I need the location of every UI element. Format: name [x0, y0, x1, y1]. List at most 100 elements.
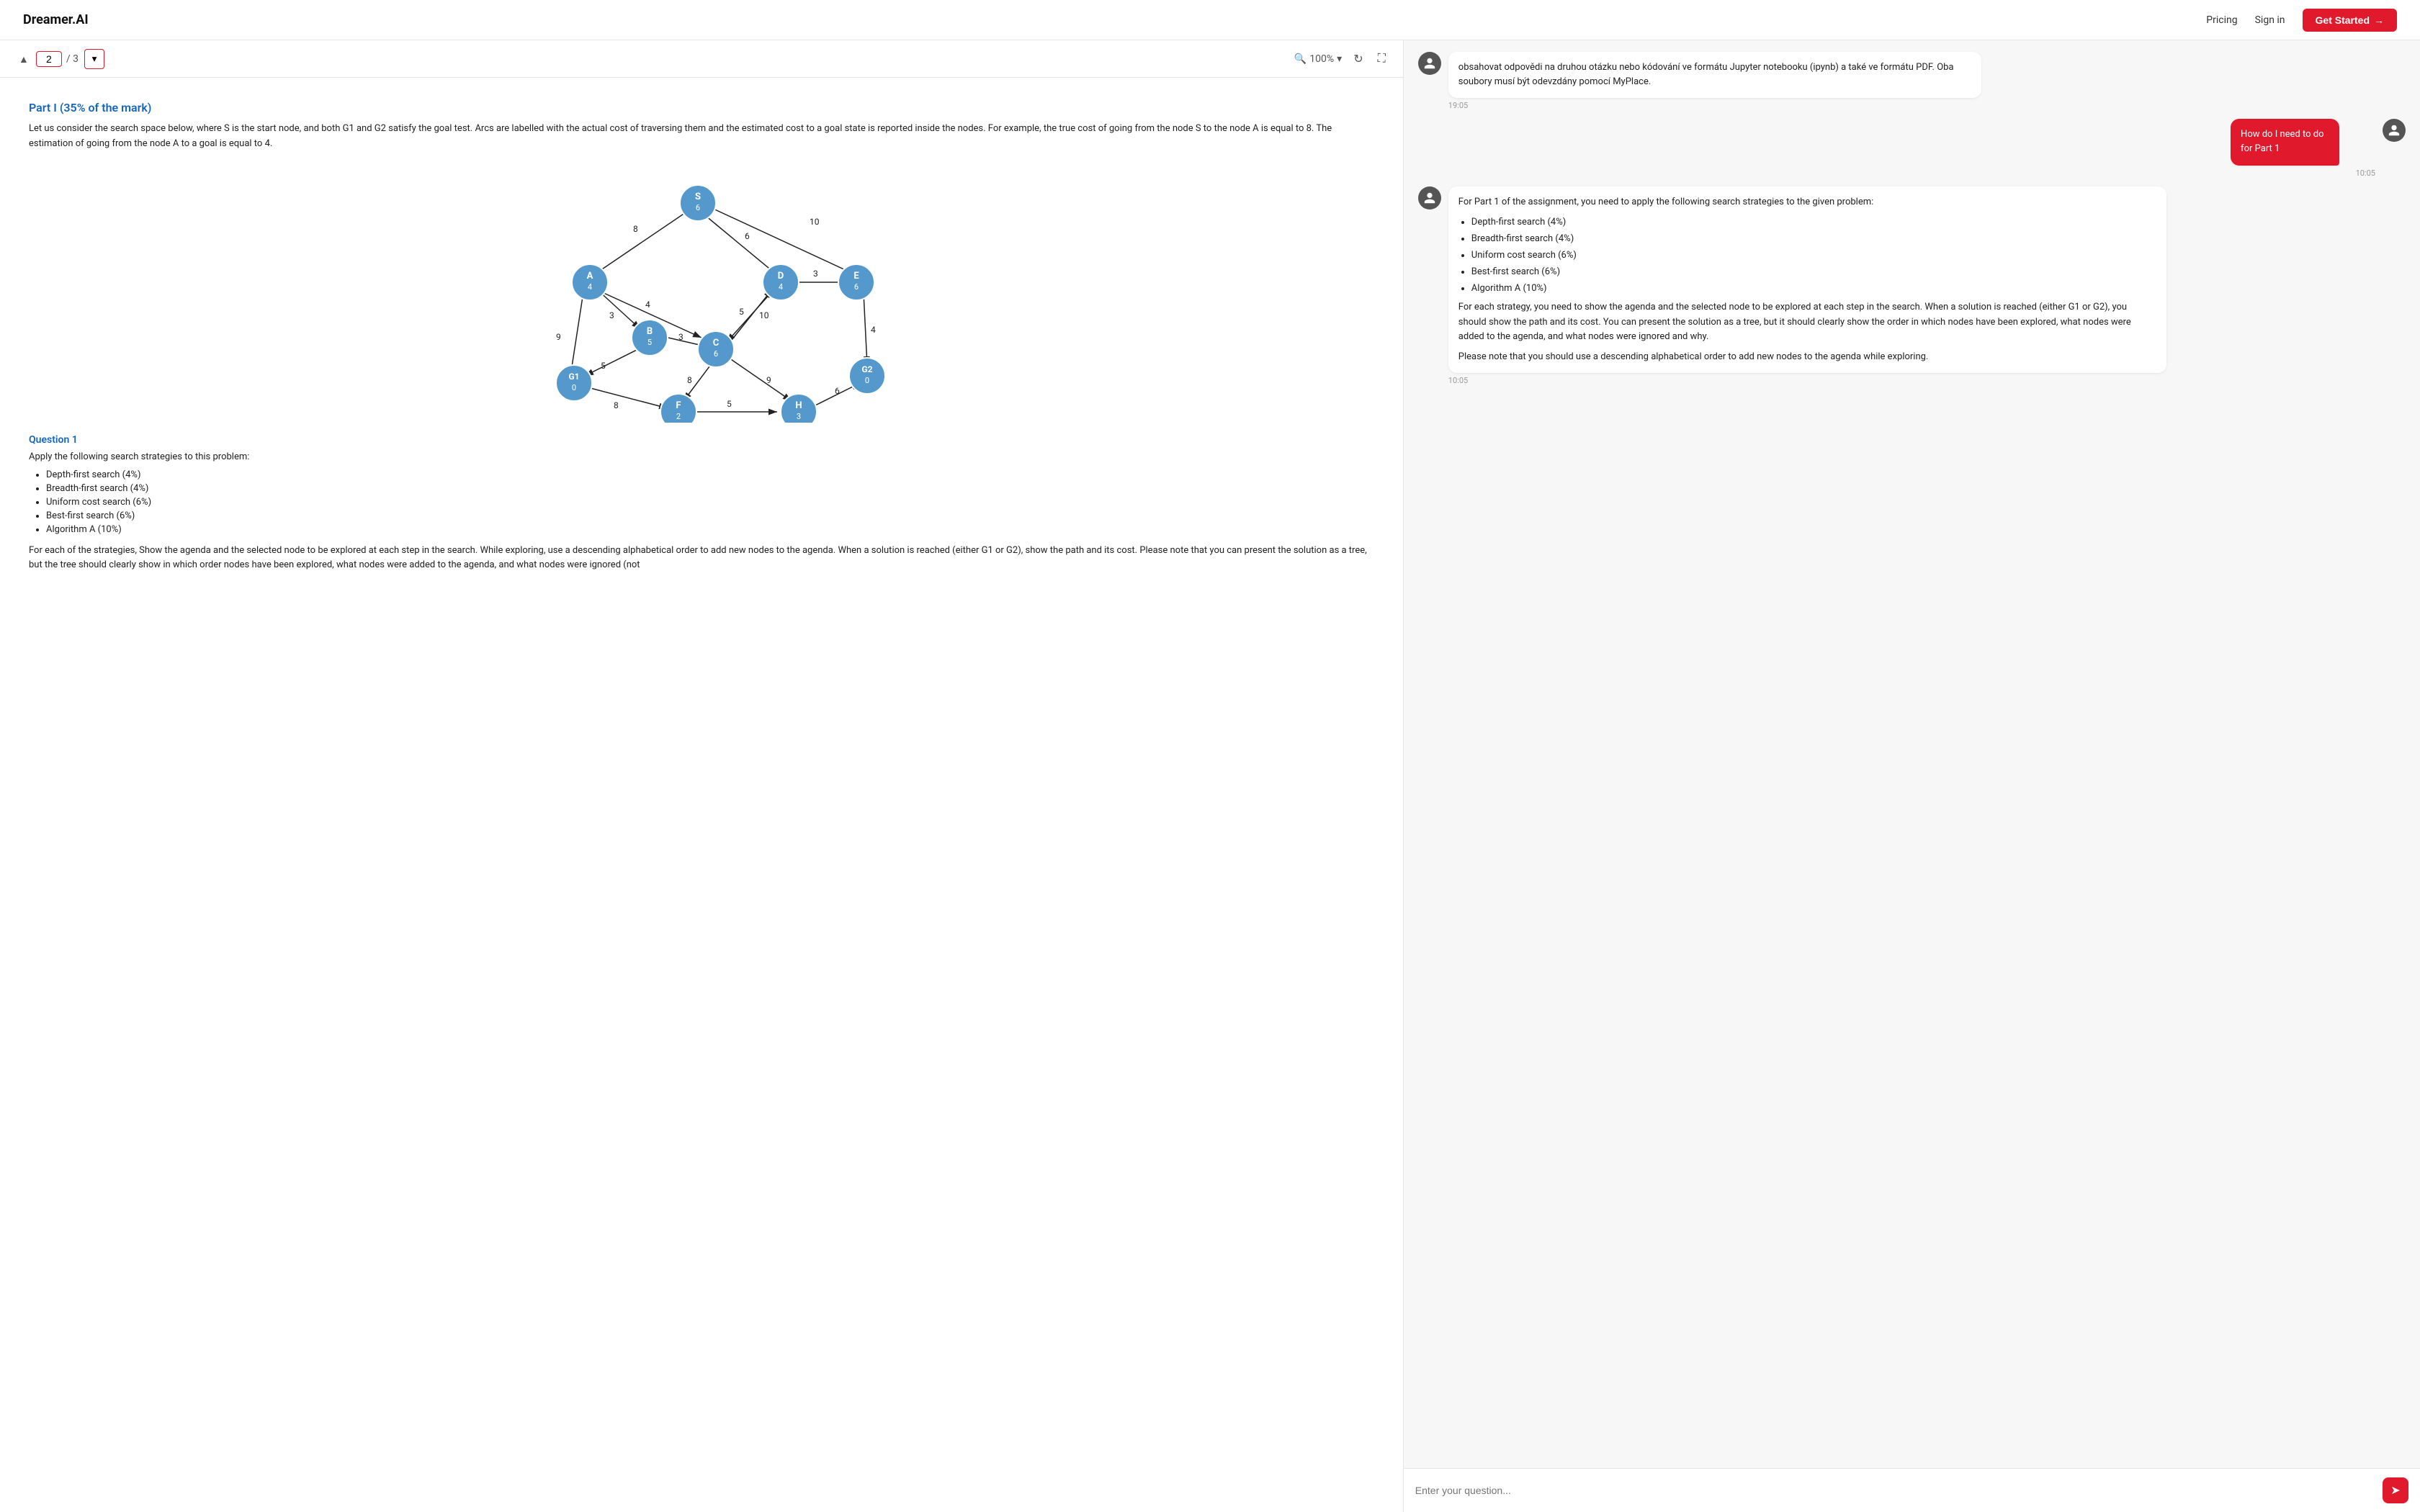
- message-row-3: For Part 1 of the assignment, you need t…: [1418, 186, 2406, 385]
- message-3-intro: For Part 1 of the assignment, you need t…: [1458, 195, 2156, 210]
- svg-text:10: 10: [759, 310, 769, 320]
- svg-text:4: 4: [645, 300, 650, 310]
- svg-text:4: 4: [588, 282, 592, 292]
- refresh-button[interactable]: ↻: [1350, 49, 1366, 69]
- message-1-time: 19:05: [1448, 101, 2159, 110]
- message-3-time: 10:05: [1448, 376, 2406, 385]
- strategy-item: Best-first search (6%): [46, 510, 1374, 521]
- message-1-text: obsahovat odpovědi na druhou otázku nebo…: [1458, 60, 1971, 89]
- svg-text:B: B: [647, 326, 653, 337]
- chat-strategy-item: Uniform cost search (6%): [1471, 248, 2156, 263]
- pdf-content: Part I (35% of the mark) Let us consider…: [0, 78, 1403, 1512]
- svg-text:3: 3: [678, 332, 684, 342]
- svg-text:9: 9: [556, 332, 561, 342]
- send-icon: ➤: [2390, 1483, 2400, 1498]
- bubble-1: obsahovat odpovědi na druhou otázku nebo…: [1448, 52, 1981, 98]
- additional-text: For each of the strategies, Show the age…: [29, 544, 1374, 574]
- nav-right: Pricing Sign in Get Started →: [2206, 9, 2397, 32]
- svg-text:3: 3: [609, 310, 614, 320]
- message-2-time: 10:05: [2231, 168, 2375, 178]
- chat-input-area: ➤: [1404, 1468, 2420, 1512]
- avatar-1: [1418, 52, 1441, 75]
- message-3: For Part 1 of the assignment, you need t…: [1448, 186, 2406, 385]
- strategy-item: Uniform cost search (6%): [46, 497, 1374, 508]
- message-2: How do I need to do for Part 1 10:05: [2231, 119, 2375, 177]
- arrow-right-icon: →: [2374, 14, 2384, 26]
- svg-text:5: 5: [647, 338, 652, 347]
- svg-text:F: F: [676, 400, 681, 411]
- svg-text:C: C: [713, 338, 720, 348]
- search-icon: 🔍: [1294, 53, 1307, 65]
- strategy-item: Algorithm A (10%): [46, 524, 1374, 535]
- svg-text:6: 6: [854, 282, 859, 292]
- svg-text:6: 6: [835, 386, 840, 396]
- svg-text:D: D: [778, 271, 784, 282]
- chat-input[interactable]: [1415, 1485, 2375, 1496]
- chat-strategy-item: Breadth-first search (4%): [1471, 232, 2156, 246]
- svg-text:5: 5: [739, 307, 744, 317]
- chat-strategy-item: Depth-first search (4%): [1471, 215, 2156, 230]
- question-title: Question 1: [29, 434, 1374, 446]
- message-2-text: How do I need to do for Part 1: [2241, 127, 2329, 156]
- pdf-nav-controls: ▲ / 3 ▾: [14, 49, 104, 69]
- svg-text:10: 10: [810, 217, 820, 227]
- svg-text:0: 0: [865, 376, 869, 385]
- zoom-control[interactable]: 🔍 100% ▾: [1294, 53, 1342, 65]
- get-started-button[interactable]: Get Started →: [2303, 9, 2397, 32]
- svg-text:6: 6: [696, 203, 700, 212]
- page-up-button[interactable]: ▲: [14, 50, 33, 68]
- page-dropdown-button[interactable]: ▾: [84, 49, 104, 69]
- svg-text:9: 9: [766, 375, 771, 385]
- navbar: Dreamer.AI Pricing Sign in Get Started →: [0, 0, 2420, 40]
- svg-text:6: 6: [714, 349, 718, 359]
- svg-text:0: 0: [572, 383, 576, 392]
- chevron-down-icon: ▾: [92, 53, 97, 65]
- pdf-toolbar-right: 🔍 100% ▾ ↻ ⛶: [1294, 49, 1389, 69]
- pdf-toolbar: ▲ / 3 ▾ 🔍 100% ▾ ↻ ⛶: [0, 40, 1403, 78]
- svg-text:5: 5: [601, 361, 606, 371]
- message-3-body1: For each strategy, you need to show the …: [1458, 300, 2156, 343]
- avatar-2: [2383, 119, 2406, 142]
- page-number-input[interactable]: [36, 51, 62, 67]
- zoom-dropdown-icon: ▾: [1337, 53, 1342, 65]
- chat-strategy-item: Best-first search (6%): [1471, 265, 2156, 279]
- pdf-panel: ▲ / 3 ▾ 🔍 100% ▾ ↻ ⛶ Part I (35% of the …: [0, 40, 1404, 1512]
- chat-panel: obsahovat odpovědi na druhou otázku nebo…: [1404, 40, 2420, 1512]
- avatar-3: [1418, 186, 1441, 210]
- page-total: / 3: [66, 53, 79, 65]
- chat-strategy-item: Algorithm A (10%): [1471, 282, 2156, 296]
- signin-link[interactable]: Sign in: [2255, 14, 2285, 26]
- logo: Dreamer.AI: [23, 12, 89, 27]
- send-button[interactable]: ➤: [2383, 1477, 2408, 1503]
- graph-svg: 8 6 10 3 9 3: [478, 163, 925, 423]
- svg-text:6: 6: [745, 231, 750, 241]
- pricing-link[interactable]: Pricing: [2206, 14, 2237, 26]
- svg-text:G1: G1: [568, 372, 579, 382]
- part-title: Part I (35% of the mark): [29, 101, 1374, 114]
- fullscreen-button[interactable]: ⛶: [1375, 50, 1389, 68]
- svg-text:8: 8: [687, 375, 692, 385]
- svg-text:5: 5: [727, 399, 732, 409]
- message-row-1: obsahovat odpovědi na druhou otázku nebo…: [1418, 52, 2406, 110]
- svg-text:2: 2: [676, 412, 681, 421]
- strategy-item: Depth-first search (4%): [46, 469, 1374, 480]
- svg-text:3: 3: [797, 412, 801, 421]
- svg-text:A: A: [587, 271, 593, 282]
- strategies-list: Depth-first search (4%) Breadth-first sea…: [46, 469, 1374, 535]
- message-1: obsahovat odpovědi na druhou otázku nebo…: [1448, 52, 2159, 110]
- svg-text:4: 4: [871, 325, 876, 335]
- svg-text:H: H: [795, 400, 802, 411]
- graph-diagram: 8 6 10 3 9 3: [29, 163, 1374, 423]
- chat-strategies-list: Depth-first search (4%) Breadth-first sea…: [1471, 215, 2156, 297]
- strategy-item: Breadth-first search (4%): [46, 483, 1374, 494]
- main-layout: ▲ / 3 ▾ 🔍 100% ▾ ↻ ⛶ Part I (35% of the …: [0, 40, 2420, 1512]
- svg-text:8: 8: [614, 400, 619, 410]
- question-text: Apply the following search strategies to…: [29, 451, 1374, 462]
- bubble-3: For Part 1 of the assignment, you need t…: [1448, 186, 2166, 373]
- chat-messages: obsahovat odpovědi na druhou otázku nebo…: [1404, 40, 2420, 1468]
- bubble-2: How do I need to do for Part 1: [2231, 119, 2339, 165]
- svg-text:3: 3: [813, 269, 818, 279]
- svg-text:4: 4: [779, 282, 783, 292]
- svg-text:E: E: [853, 271, 859, 282]
- svg-text:8: 8: [633, 224, 638, 234]
